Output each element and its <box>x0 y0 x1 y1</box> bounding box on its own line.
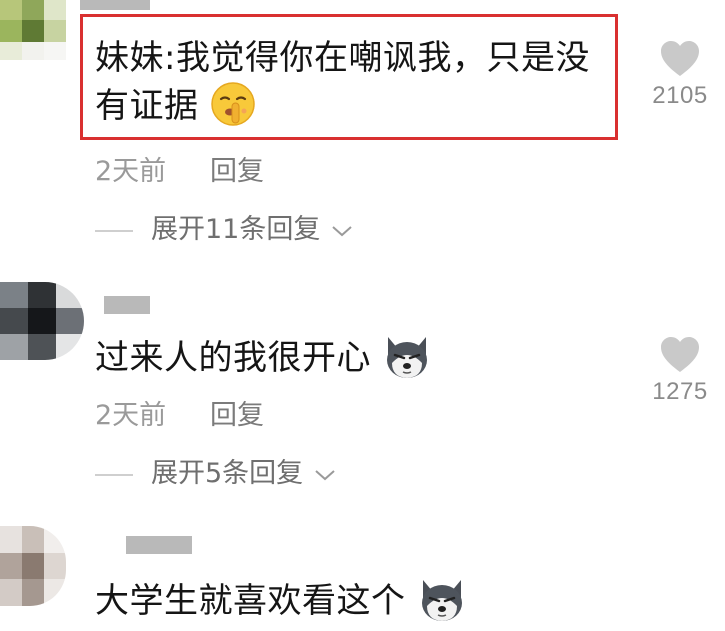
comment-text: 大学生就喜欢看这个 <box>95 577 615 625</box>
expand-replies-label: 展开5条回复 <box>151 458 304 489</box>
avatar[interactable] <box>0 526 66 606</box>
comment-text-line: 过来人的我很开心 <box>95 338 371 378</box>
reply-button[interactable]: 回复 <box>210 156 264 188</box>
chevron-down-icon <box>332 225 352 236</box>
heart-icon <box>661 41 699 76</box>
expand-replies-button[interactable]: 展开5条回复 <box>95 458 336 490</box>
husky-dog-emoji <box>387 336 428 378</box>
comment-time: 2天前 <box>95 400 167 431</box>
comment-text-line: 大学生就喜欢看这个 <box>95 581 406 621</box>
like-count: 2105 <box>652 82 708 109</box>
expand-replies-button[interactable]: 展开11条回复 <box>95 214 353 246</box>
chevron-down-icon <box>315 469 335 480</box>
shushing-face-emoji <box>211 81 255 126</box>
husky-dog-emoji <box>421 579 462 621</box>
avatar[interactable] <box>0 0 66 60</box>
username-blurred[interactable] <box>126 536 192 554</box>
like-button[interactable]: 1275 <box>640 336 720 406</box>
divider-dash <box>95 473 133 476</box>
comment-time: 2天前 <box>95 156 167 187</box>
comment-text: 妹妹:我觉得你在嘲讽我，只是没 有证据 <box>95 34 615 130</box>
comment-text-line2: 有证据 <box>95 86 199 126</box>
avatar[interactable] <box>0 282 84 360</box>
expand-replies-label: 展开11条回复 <box>151 214 321 245</box>
reply-button[interactable]: 回复 <box>210 400 264 432</box>
like-button[interactable]: 2105 <box>640 40 720 110</box>
username-blurred[interactable] <box>104 296 150 314</box>
comment-text-line1: 妹妹:我觉得你在嘲讽我，只是没 <box>95 38 590 78</box>
like-count: 1275 <box>652 378 708 405</box>
divider-dash <box>95 229 133 232</box>
username-blurred[interactable] <box>80 0 150 10</box>
comment-text: 过来人的我很开心 <box>95 334 615 382</box>
heart-icon <box>661 337 699 372</box>
